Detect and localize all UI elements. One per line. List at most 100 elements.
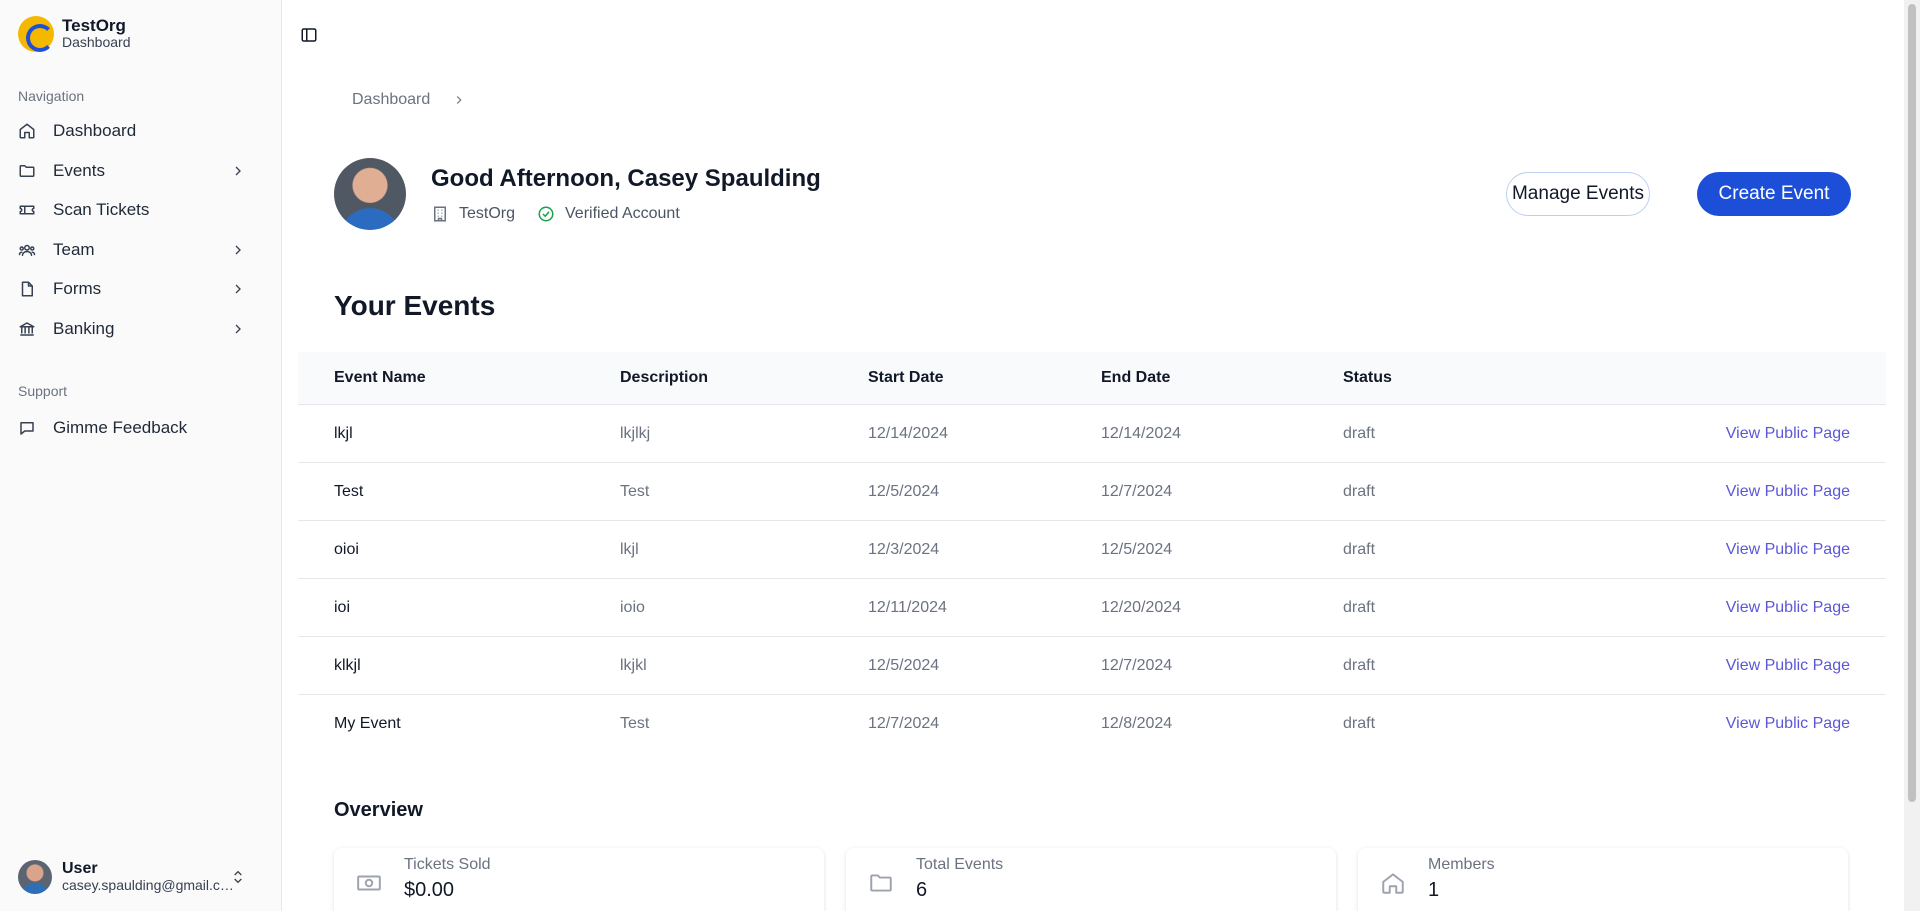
user-menu[interactable]: User casey.spaulding@gmail.com xyxy=(18,857,264,897)
sidebar-item-team[interactable]: Team xyxy=(18,233,264,267)
event-status: draft xyxy=(1343,540,1376,558)
table-row: klkjl lkjkl 12/5/2024 12/7/2024 draft Vi… xyxy=(298,637,1886,695)
event-description: Test xyxy=(620,482,650,500)
event-name: lkjl xyxy=(334,424,353,442)
sidebar-item-label: Dashboard xyxy=(53,121,137,140)
check-circle-icon xyxy=(538,206,554,222)
sidebar-item-gimme-feedback[interactable]: Gimme Feedback xyxy=(18,411,264,445)
main-content: Dashboard Good Afternoon, Casey Spauldin… xyxy=(282,0,1904,911)
event-status: draft xyxy=(1343,424,1376,442)
home-icon xyxy=(1382,873,1404,894)
event-name: ioi xyxy=(334,598,351,616)
event-description: Test xyxy=(620,715,650,732)
event-status: draft xyxy=(1343,482,1376,500)
chevrons-up-down-icon xyxy=(234,870,242,884)
manage-events-button[interactable]: Manage Events xyxy=(1506,172,1650,216)
event-end-date: 12/20/2024 xyxy=(1101,598,1182,616)
profile-header: Good Afternoon, Casey Spaulding TestOrg … xyxy=(334,158,821,230)
sidebar-item-events[interactable]: Events xyxy=(18,154,264,188)
stat-value: 6 xyxy=(916,879,928,901)
stat-label: Tickets Sold xyxy=(404,856,491,873)
money-icon xyxy=(357,875,381,891)
org-switcher[interactable]: TestOrg Dashboard xyxy=(18,16,131,52)
view-public-page-link[interactable]: View Public Page xyxy=(1726,425,1850,443)
event-start-date: 12/7/2024 xyxy=(868,715,940,732)
support-label: Support xyxy=(18,383,68,399)
sidebar-item-label: Team xyxy=(53,240,95,259)
view-public-page-link[interactable]: View Public Page xyxy=(1726,657,1850,675)
chevron-right-icon xyxy=(235,245,241,255)
bank-icon xyxy=(18,320,36,338)
event-name: klkjl xyxy=(334,656,361,674)
column-header: End Date xyxy=(1101,369,1171,386)
navigation-label: Navigation xyxy=(18,88,85,104)
sidebar: TestOrg Dashboard Navigation Dashboard E… xyxy=(0,0,282,911)
sidebar-item-label: Banking xyxy=(53,319,115,338)
profile-org: TestOrg xyxy=(459,205,516,222)
event-status: draft xyxy=(1343,598,1376,616)
ticket-icon xyxy=(18,201,36,219)
verified-badge: Verified Account xyxy=(565,205,680,222)
stat-label: Members xyxy=(1428,856,1495,873)
chevron-right-icon xyxy=(235,324,241,334)
chevron-right-icon xyxy=(235,166,241,176)
scrollbar-thumb[interactable] xyxy=(1908,4,1916,802)
view-public-page-link[interactable]: View Public Page xyxy=(1726,715,1850,733)
event-end-date: 12/14/2024 xyxy=(1101,424,1182,442)
chevron-right-icon xyxy=(235,284,241,294)
message-icon xyxy=(18,419,36,437)
event-start-date: 12/11/2024 xyxy=(868,598,947,616)
event-end-date: 12/5/2024 xyxy=(1101,540,1173,558)
sidebar-item-dashboard[interactable]: Dashboard xyxy=(18,114,264,148)
event-description: lkjlkj xyxy=(620,424,651,442)
view-public-page-link[interactable]: View Public Page xyxy=(1726,483,1850,501)
event-status: draft xyxy=(1343,715,1376,732)
create-event-button[interactable]: Create Event xyxy=(1697,172,1851,216)
page-title: Good Afternoon, Casey Spaulding xyxy=(431,165,821,192)
event-end-date: 12/7/2024 xyxy=(1101,482,1173,500)
event-description: lkjkl xyxy=(620,656,647,674)
event-name: oioi xyxy=(334,540,359,558)
event-start-date: 12/14/2024 xyxy=(868,424,949,442)
folder-icon xyxy=(870,874,892,892)
sidebar-toggle-icon[interactable] xyxy=(300,26,318,44)
sidebar-item-label: Forms xyxy=(53,279,102,298)
table-row: lkjl lkjlkj 12/14/2024 12/14/2024 draft … xyxy=(298,405,1886,463)
org-logo-icon xyxy=(18,16,54,52)
event-description: ioio xyxy=(620,598,645,616)
page-scrollbar[interactable] xyxy=(1904,0,1920,911)
home-icon xyxy=(18,122,36,140)
user-name: User xyxy=(62,860,98,877)
table-row: oioi lkjl 12/3/2024 12/5/2024 draft View… xyxy=(298,521,1886,579)
avatar xyxy=(334,158,406,230)
stat-value: $0.00 xyxy=(404,879,455,901)
column-header: Event Name xyxy=(334,369,426,386)
event-end-date: 12/7/2024 xyxy=(1101,656,1173,674)
column-header: Description xyxy=(620,369,709,386)
stat-card-members: Members 1 xyxy=(1358,848,1848,911)
event-status: draft xyxy=(1343,656,1376,674)
column-header: Status xyxy=(1343,369,1392,386)
stat-card-total-events: Total Events 6 xyxy=(846,848,1336,911)
event-name: My Event xyxy=(334,715,401,732)
sidebar-item-banking[interactable]: Banking xyxy=(18,312,264,346)
file-icon xyxy=(18,280,36,298)
view-public-page-link[interactable]: View Public Page xyxy=(1726,541,1850,559)
stat-card-tickets-sold: Tickets Sold $0.00 xyxy=(334,848,824,911)
chevron-right-icon xyxy=(457,96,462,104)
breadcrumb-item-dashboard[interactable]: Dashboard xyxy=(352,91,430,109)
event-start-date: 12/5/2024 xyxy=(868,482,940,500)
view-public-page-link[interactable]: View Public Page xyxy=(1726,599,1850,617)
sidebar-item-label: Events xyxy=(53,161,105,180)
team-icon xyxy=(18,241,36,259)
events-heading: Your Events xyxy=(334,290,496,321)
table-row: My Event Test 12/7/2024 12/8/2024 draft … xyxy=(298,695,1886,753)
sidebar-item-scan-tickets[interactable]: Scan Tickets xyxy=(18,193,264,227)
table-header: Event Name Description Start Date End Da… xyxy=(298,352,1886,405)
user-email: casey.spaulding@gmail.com xyxy=(62,877,234,893)
sidebar-item-forms[interactable]: Forms xyxy=(18,272,264,306)
event-end-date: 12/8/2024 xyxy=(1101,715,1173,732)
stat-label: Total Events xyxy=(916,856,1004,873)
building-icon xyxy=(434,206,446,222)
folder-icon xyxy=(18,162,36,180)
